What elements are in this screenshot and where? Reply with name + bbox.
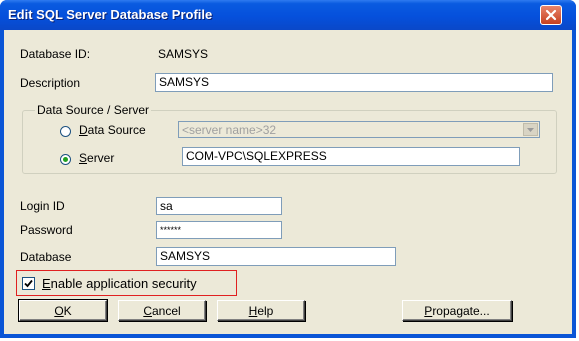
help-button[interactable]: Help [217, 300, 305, 321]
data-source-radio-label[interactable]: Data Source [79, 123, 146, 137]
propagate-button[interactable]: Propagate... [402, 300, 512, 321]
enable-security-label[interactable]: Enable application security [42, 276, 197, 291]
combo-dropdown-button[interactable] [523, 123, 538, 136]
server-radio[interactable] [60, 154, 71, 165]
database-id-value: SAMSYS [158, 47, 209, 61]
data-source-combo[interactable]: <server name>32 [178, 121, 540, 138]
data-source-combo-value: <server name>32 [182, 123, 277, 137]
checkmark-icon [24, 279, 33, 288]
title-bar[interactable]: Edit SQL Server Database Profile [0, 0, 576, 30]
description-input[interactable]: SAMSYS [155, 73, 553, 92]
chevron-down-icon [527, 127, 534, 132]
login-id-input[interactable]: sa [156, 197, 282, 215]
password-input[interactable]: ****** [156, 221, 282, 239]
window-title: Edit SQL Server Database Profile [8, 7, 213, 22]
cancel-button[interactable]: Cancel [118, 300, 206, 321]
dialog-body: Database ID: SAMSYS Description SAMSYS D… [4, 30, 572, 334]
password-label: Password [20, 223, 73, 237]
close-button[interactable] [540, 5, 562, 25]
ok-button[interactable]: OK [18, 299, 108, 322]
database-label: Database [20, 250, 72, 264]
server-input[interactable]: COM-VPC\SQLEXPRESS [182, 147, 520, 166]
server-radio-label[interactable]: Server [79, 151, 114, 165]
data-source-group: Data Source / Server Data Source <server… [22, 103, 557, 174]
enable-security-checkbox[interactable] [22, 277, 35, 290]
login-id-label: Login ID [20, 199, 65, 213]
database-input[interactable]: SAMSYS [156, 247, 396, 266]
dialog-window: Edit SQL Server Database Profile Databas… [0, 0, 576, 338]
description-label: Description [20, 76, 81, 90]
data-source-radio[interactable] [60, 126, 71, 137]
data-source-group-title: Data Source / Server [35, 103, 152, 117]
database-id-label: Database ID: [20, 47, 91, 61]
radio-selected-dot [63, 157, 68, 162]
close-icon [545, 9, 557, 21]
